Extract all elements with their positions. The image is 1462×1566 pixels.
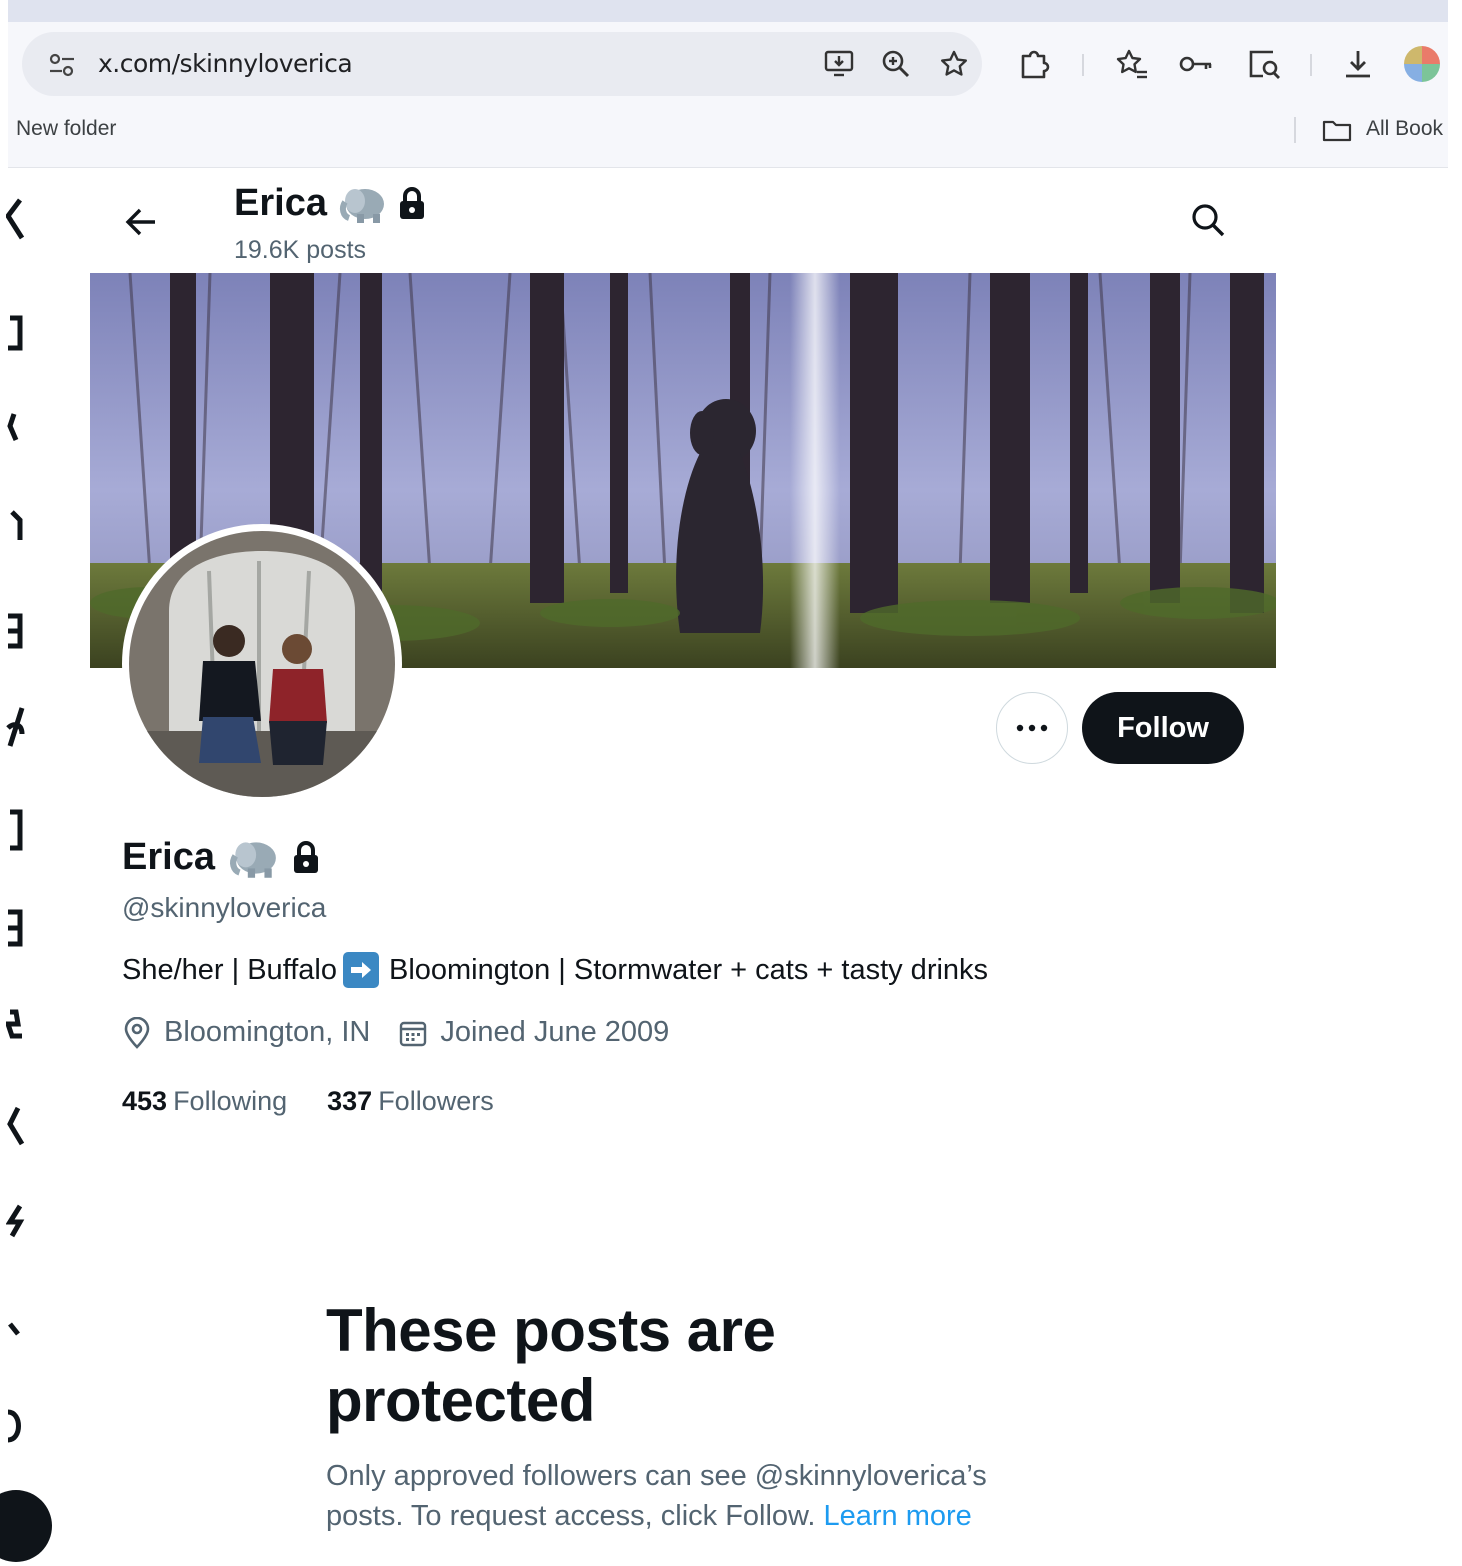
tab-strip [8, 0, 1448, 22]
protected-description: Only approved followers can see @skinnyl… [326, 1456, 1046, 1536]
left-nav-cropped [0, 170, 60, 1566]
following-count: 453 [122, 1086, 168, 1116]
zoom-icon[interactable] [878, 46, 914, 82]
profile-name-row: Erica [122, 836, 321, 879]
header-name: Erica [234, 182, 327, 224]
more-dots-icon [1016, 724, 1048, 732]
followers-count: 337 [327, 1086, 373, 1116]
address-bar[interactable]: x.com/skinnyloverica [22, 32, 982, 96]
more-options-button[interactable] [996, 692, 1068, 764]
password-key-icon[interactable] [1176, 44, 1216, 84]
bio-text-1: She/her | Buffalo [122, 953, 337, 986]
bookmark-folder-new[interactable]: New folder [16, 117, 116, 141]
lock-icon [399, 186, 424, 219]
profile-stats: 453 Following 337 Followers [122, 1086, 494, 1117]
home-icon[interactable] [6, 196, 30, 246]
premium-icon[interactable] [6, 1006, 30, 1056]
following-label: Following [173, 1086, 288, 1116]
post-button[interactable] [0, 1490, 52, 1562]
bookmarks-divider [1294, 117, 1296, 143]
calendar-icon [400, 1021, 427, 1046]
reading-view-icon[interactable] [1244, 44, 1284, 84]
back-button[interactable] [118, 198, 166, 246]
back-arrow-icon [125, 208, 155, 236]
avatar-image [129, 531, 395, 797]
install-app-icon[interactable] [822, 46, 858, 82]
search-icon [1192, 204, 1225, 237]
bookmarks-icon[interactable] [6, 806, 30, 856]
right-arrow-emoji-icon [342, 952, 379, 988]
notifications-icon[interactable] [6, 408, 30, 458]
folder-icon [1322, 120, 1352, 142]
extensions-icon[interactable] [1014, 44, 1054, 84]
all-bookmarks-link[interactable]: All Book [1366, 117, 1448, 141]
profile-handle: @skinnyloverica [122, 892, 327, 923]
profile-avatar[interactable] [122, 524, 402, 804]
elephant-emoji-icon [230, 841, 276, 878]
posts-count: 19.6K posts [234, 236, 367, 264]
joined-text: Joined June 2009 [440, 1016, 670, 1048]
follow-button[interactable]: Follow [1082, 692, 1244, 764]
header-title: Erica [234, 182, 427, 225]
bookmark-star-icon[interactable] [936, 46, 972, 82]
more-nav-icon[interactable] [6, 1310, 30, 1360]
browser-toolbar: x.com/skinnyloverica New folder All Book [8, 22, 1448, 168]
profile-bio: She/her | Buffalo Bloomington | Stormwat… [122, 952, 988, 988]
grok-icon[interactable] [6, 606, 30, 656]
explore-icon[interactable] [6, 310, 30, 360]
browser-profile-icon[interactable] [1404, 46, 1440, 82]
location-text: Bloomington, IN [164, 1016, 371, 1048]
location-item: Bloomington, IN [122, 1016, 370, 1049]
followers-link[interactable]: 337 Followers [327, 1086, 494, 1117]
url-text[interactable]: x.com/skinnyloverica [98, 49, 353, 78]
profile-icon[interactable] [6, 1198, 30, 1248]
location-pin-icon [124, 1016, 150, 1049]
favorites-icon[interactable] [1112, 44, 1152, 84]
communities-icon[interactable] [6, 904, 30, 954]
following-link[interactable]: 453 Following [122, 1086, 287, 1117]
joined-item: Joined June 2009 [398, 1016, 669, 1049]
bio-text-2: Bloomington | Stormwater + cats + tasty … [388, 953, 989, 986]
elephant-emoji-icon [339, 188, 384, 223]
followers-label: Followers [378, 1086, 494, 1116]
profile-meta: Bloomington, IN Joined June 2009 [122, 1016, 697, 1049]
verified-orgs-icon[interactable] [6, 1104, 30, 1154]
site-settings-icon[interactable] [48, 52, 76, 78]
downloads-icon[interactable] [1338, 44, 1378, 84]
toolbar-divider [1082, 54, 1084, 76]
more-circle-icon[interactable] [6, 1402, 30, 1452]
messages-icon[interactable] [6, 500, 30, 550]
search-button[interactable] [1184, 196, 1232, 244]
profile-name: Erica [122, 836, 215, 878]
protected-title: These posts are protected [326, 1297, 776, 1434]
lists-icon[interactable] [6, 702, 30, 752]
lock-icon [293, 840, 318, 873]
learn-more-link[interactable]: Learn more [824, 1500, 972, 1532]
toolbar-divider [1310, 54, 1312, 76]
